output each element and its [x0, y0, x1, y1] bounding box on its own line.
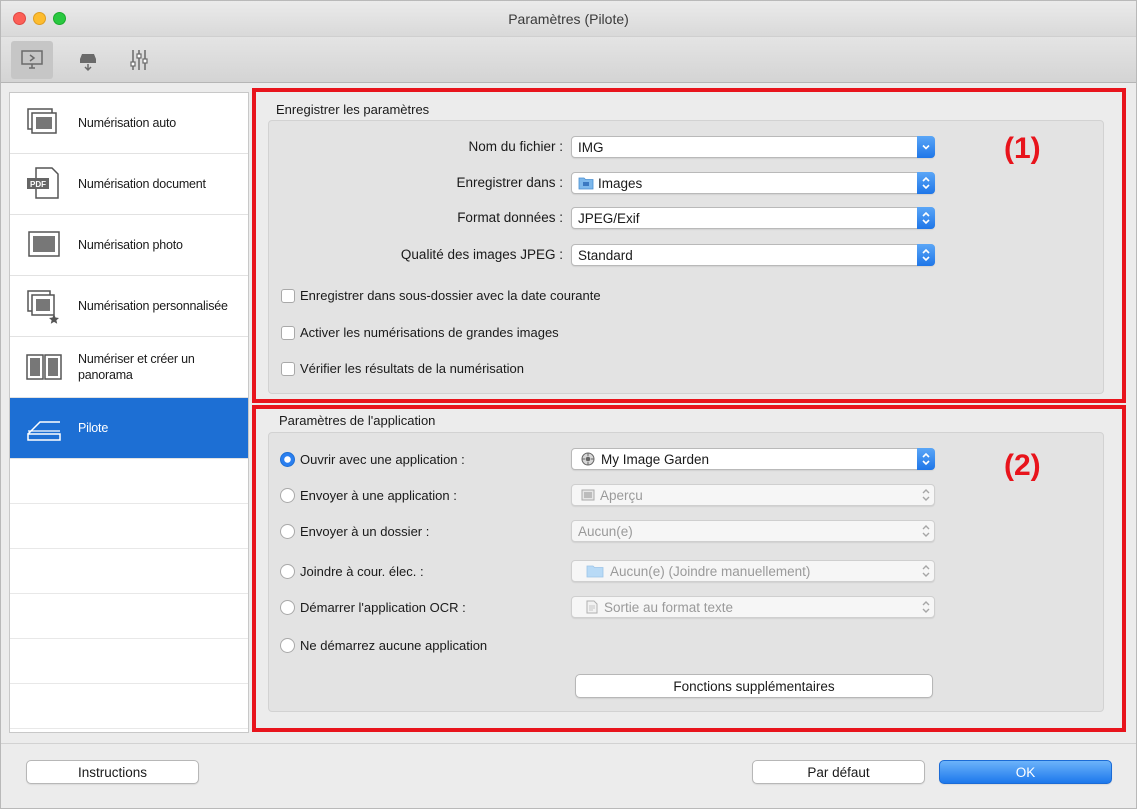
scan-from-operation-panel-icon: [80, 54, 96, 72]
tab-scan-from-operation-panel[interactable]: [67, 41, 109, 79]
data-format-value: JPEG/Exif: [578, 210, 640, 226]
driver-icon: [27, 421, 61, 441]
app-flower-icon: [581, 452, 595, 466]
sidebar-empty-row: [10, 504, 248, 549]
app-settings-title: Paramètres de l'application: [279, 413, 436, 428]
preview-app-icon: [581, 489, 595, 501]
sidebar-item-label: Numérisation photo: [78, 238, 183, 252]
chevron-down-icon[interactable]: [917, 136, 935, 158]
sidebar-item-auto-scan[interactable]: Numérisation auto: [10, 93, 248, 154]
updown-chevron-icon: [917, 448, 935, 470]
sidebar-item-label: Numériser et créer un panorama: [78, 352, 195, 382]
jpeg-quality-value: Standard: [578, 247, 633, 263]
updown-chevron-icon: [917, 207, 935, 229]
jpeg-quality-select[interactable]: Standard: [571, 244, 935, 266]
attach-email-radio[interactable]: [280, 564, 295, 579]
send-to-app-value: Aperçu: [600, 487, 643, 503]
callout-marker-2: (2): [1004, 449, 1041, 482]
photo-scan-icon: [28, 231, 60, 257]
send-to-folder-radio[interactable]: [280, 524, 295, 539]
auto-scan-icon: [27, 108, 57, 134]
subfolder-date-checkbox[interactable]: [281, 289, 295, 303]
no-application-label: Ne démarrez aucune application: [300, 638, 488, 653]
sidebar-item-label: Numérisation auto: [78, 116, 177, 130]
open-with-app-value: My Image Garden: [601, 451, 710, 467]
large-image-scans-checkbox[interactable]: [281, 326, 295, 340]
svg-text:PDF: PDF: [30, 180, 46, 189]
check-scan-results-label: Vérifier les résultats de la numérisatio…: [300, 361, 524, 376]
updown-chevron-icon: [917, 560, 935, 582]
start-ocr-radio[interactable]: [280, 600, 295, 615]
sidebar-empty-row: [10, 549, 248, 594]
attach-email-select[interactable]: Aucun(e) (Joindre manuellement): [571, 560, 935, 582]
sidebar-empty-row: [10, 639, 248, 684]
title-bar: Paramètres (Pilote): [1, 1, 1136, 37]
check-scan-results-checkbox[interactable]: [281, 362, 295, 376]
save-in-select[interactable]: Images: [571, 172, 935, 194]
send-to-folder-value: Aucun(e): [578, 523, 633, 539]
attach-email-label: Joindre à cour. élec. :: [300, 564, 424, 579]
sidebar-item-photo-scan[interactable]: Numérisation photo: [10, 215, 248, 276]
scan-mode-sidebar: Numérisation auto PDF Numérisation docum…: [9, 92, 249, 733]
jpeg-quality-label: Qualité des images JPEG :: [400, 247, 563, 262]
start-ocr-value: Sortie au format texte: [604, 599, 734, 615]
file-name-label: Nom du fichier :: [468, 139, 563, 154]
sidebar-item-panorama[interactable]: Numériser et créer un panorama: [10, 337, 248, 398]
sidebar-empty-row: [10, 594, 248, 639]
data-format-label: Format données :: [457, 210, 563, 225]
sidebar-item-label: Numérisation personnalisée: [78, 299, 228, 313]
text-document-icon: [586, 600, 598, 614]
toolbar: [1, 37, 1136, 83]
sidebar-item-driver[interactable]: Pilote: [10, 398, 248, 459]
send-to-folder-label: Envoyer à un dossier :: [300, 524, 430, 539]
large-image-scans-label: Activer les numérisations de grandes ima…: [300, 325, 559, 340]
start-ocr-label: Démarrer l'application OCR :: [300, 600, 466, 615]
sidebar-item-document-scan[interactable]: PDF Numérisation document: [10, 154, 248, 215]
sidebar-empty-row: [10, 459, 248, 504]
folder-icon: [586, 565, 604, 578]
sidebar-item-label: Numérisation document: [78, 177, 206, 191]
send-to-folder-select[interactable]: Aucun(e): [571, 520, 935, 542]
folder-icon: [578, 177, 594, 190]
footer-separator: [1, 743, 1136, 744]
attach-email-value: Aucun(e) (Joindre manuellement): [610, 563, 811, 579]
file-name-combo[interactable]: IMG: [571, 136, 935, 158]
updown-chevron-icon: [917, 520, 935, 542]
open-with-app-label: Ouvrir avec une application :: [300, 452, 465, 467]
open-with-app-select[interactable]: My Image Garden: [571, 448, 935, 470]
no-application-radio[interactable]: [280, 638, 295, 653]
send-to-app-label: Envoyer à une application :: [300, 488, 457, 503]
window-title: Paramètres (Pilote): [508, 11, 629, 27]
save-in-value: Images: [598, 175, 643, 191]
updown-chevron-icon: [917, 596, 935, 618]
tab-scan-from-computer[interactable]: [11, 41, 53, 79]
callout-marker-1: (1): [1004, 132, 1041, 165]
subfolder-date-label: Enregistrer dans sous-dossier avec la da…: [300, 288, 601, 303]
start-ocr-select[interactable]: Sortie au format texte: [571, 596, 935, 618]
sidebar-empty-row: [10, 684, 248, 729]
open-with-app-radio[interactable]: [280, 452, 295, 467]
tab-general-settings[interactable]: [117, 41, 159, 79]
save-settings-title: Enregistrer les paramètres: [276, 102, 430, 117]
send-to-app-select[interactable]: Aperçu: [571, 484, 935, 506]
updown-chevron-icon: [917, 244, 935, 266]
updown-chevron-icon: [917, 484, 935, 506]
file-name-value: IMG: [578, 139, 604, 155]
panorama-icon: [26, 354, 62, 380]
sidebar-item-custom-scan[interactable]: Numérisation personnalisée: [10, 276, 248, 337]
more-functions-button[interactable]: Fonctions supplémentaires: [575, 674, 933, 698]
ok-button[interactable]: OK: [939, 760, 1112, 784]
custom-scan-icon: [27, 290, 59, 324]
scan-from-computer-icon: [21, 50, 43, 69]
data-format-select[interactable]: JPEG/Exif: [571, 207, 935, 229]
save-in-label: Enregistrer dans :: [456, 175, 563, 190]
settings-window: Paramètres (Pilote) Numérisation auto PD…: [0, 0, 1137, 809]
general-settings-icon: [130, 50, 148, 70]
send-to-app-radio[interactable]: [280, 488, 295, 503]
sidebar-item-label: Pilote: [78, 421, 109, 435]
updown-chevron-icon: [917, 172, 935, 194]
instructions-button[interactable]: Instructions: [26, 760, 199, 784]
pdf-document-icon: PDF: [27, 167, 59, 199]
defaults-button[interactable]: Par défaut: [752, 760, 925, 784]
